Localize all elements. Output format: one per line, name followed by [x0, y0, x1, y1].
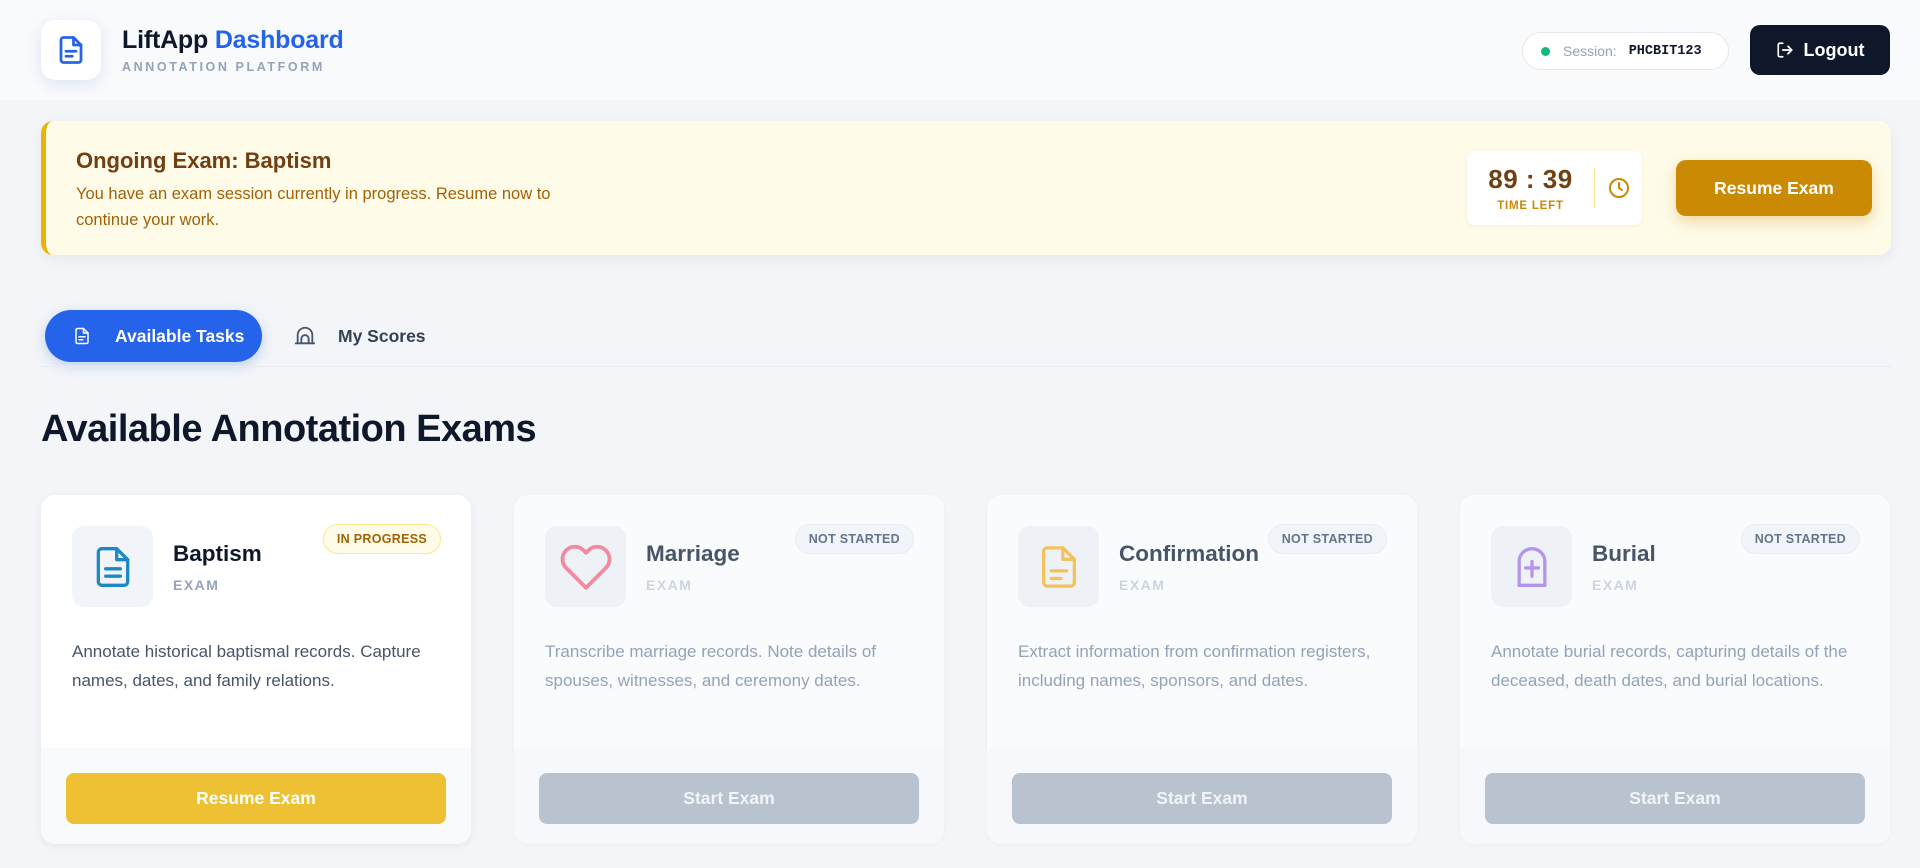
start-exam-button[interactable]: Start Exam [1012, 773, 1392, 824]
card-title: Baptism [173, 541, 262, 566]
status-badge: IN PROGRESS [322, 524, 441, 554]
timer-time: 89 : 39 [1488, 164, 1573, 194]
exam-card-confirmation: Confirmation EXAM NOT STARTED Extract in… [987, 495, 1417, 844]
card-subtitle: EXAM [173, 577, 220, 593]
exam-timer: 89 : 39 TIME LEFT [1467, 151, 1642, 225]
logout-icon [1776, 42, 1793, 58]
document-icon [59, 36, 83, 64]
card-subtitle: EXAM [1592, 577, 1639, 593]
card-description: Annotate historical baptismal records. C… [72, 642, 421, 690]
app-logo [41, 20, 101, 80]
brand-title: LiftApp Dashboard [122, 26, 344, 55]
tab-label: My Scores [338, 325, 426, 346]
card-title: Confirmation [1119, 541, 1259, 566]
heart-icon [560, 544, 611, 590]
logout-label: Logout [1803, 39, 1865, 60]
card-title: Burial [1592, 541, 1656, 566]
tabs: Available Tasks My Scores [45, 310, 426, 362]
cross-icon [1517, 546, 1546, 587]
card-description: Extract information from confirmation re… [1018, 642, 1371, 690]
card-description: Transcribe marriage records. Note detail… [545, 642, 877, 690]
session-label: Session: [1563, 43, 1617, 59]
banner-text: You have an exam session currently in pr… [76, 185, 551, 229]
brand-accent: Dashboard [214, 26, 344, 54]
start-exam-button[interactable]: Start Exam [1485, 773, 1865, 824]
tab-available-tasks[interactable]: Available Tasks [45, 310, 262, 362]
resume-exam-button[interactable]: Resume Exam [1676, 160, 1872, 216]
tab-my-scores[interactable]: My Scores [294, 310, 426, 362]
start-exam-button[interactable]: Start Exam [539, 773, 919, 824]
card-icon [72, 526, 153, 607]
document-icon [1041, 545, 1076, 588]
status-badge: NOT STARTED [1740, 524, 1860, 554]
exam-card-baptism: Baptism EXAM IN PROGRESS Annotate histor… [41, 495, 471, 844]
logout-button[interactable]: Logout [1750, 25, 1890, 75]
timer-label: TIME LEFT [1497, 200, 1564, 212]
card-icon [1018, 526, 1099, 607]
tab-label: Available Tasks [115, 325, 245, 346]
document-icon [75, 327, 89, 345]
status-badge: NOT STARTED [794, 524, 914, 554]
section-title: Available Annotation Exams [41, 408, 537, 450]
brand: LiftApp Dashboard ANNOTATION PLATFORM [122, 26, 344, 74]
card-icon [1491, 526, 1572, 607]
exam-card-burial: Burial EXAM NOT STARTED Annotate burial … [1460, 495, 1890, 844]
brand-name: LiftApp [122, 26, 209, 54]
session-indicator: Session: PHCBIT123 [1522, 32, 1729, 70]
session-status-dot [1541, 46, 1550, 56]
card-icon [545, 526, 626, 607]
session-code: PHCBIT123 [1628, 43, 1702, 59]
resume-exam-button[interactable]: Resume Exam [66, 773, 446, 824]
document-icon [96, 546, 129, 587]
card-title: Marriage [646, 541, 740, 566]
card-subtitle: EXAM [646, 577, 693, 593]
tabs-divider [41, 366, 1891, 367]
status-badge: NOT STARTED [1267, 524, 1387, 554]
exam-card-marriage: Marriage EXAM NOT STARTED Transcribe mar… [514, 495, 944, 844]
timer-values: 89 : 39 TIME LEFT [1467, 164, 1594, 212]
scores-icon [294, 326, 316, 345]
top-header: LiftApp Dashboard ANNOTATION PLATFORM Se… [0, 0, 1920, 100]
card-description: Annotate burial records, capturing detai… [1491, 642, 1848, 690]
ongoing-exam-banner: Ongoing Exam: Baptism You have an exam s… [41, 121, 1891, 255]
brand-subtitle: ANNOTATION PLATFORM [122, 60, 325, 74]
card-subtitle: EXAM [1119, 577, 1166, 593]
banner-title: Ongoing Exam: Baptism [76, 148, 332, 173]
clock-icon [1595, 176, 1642, 200]
